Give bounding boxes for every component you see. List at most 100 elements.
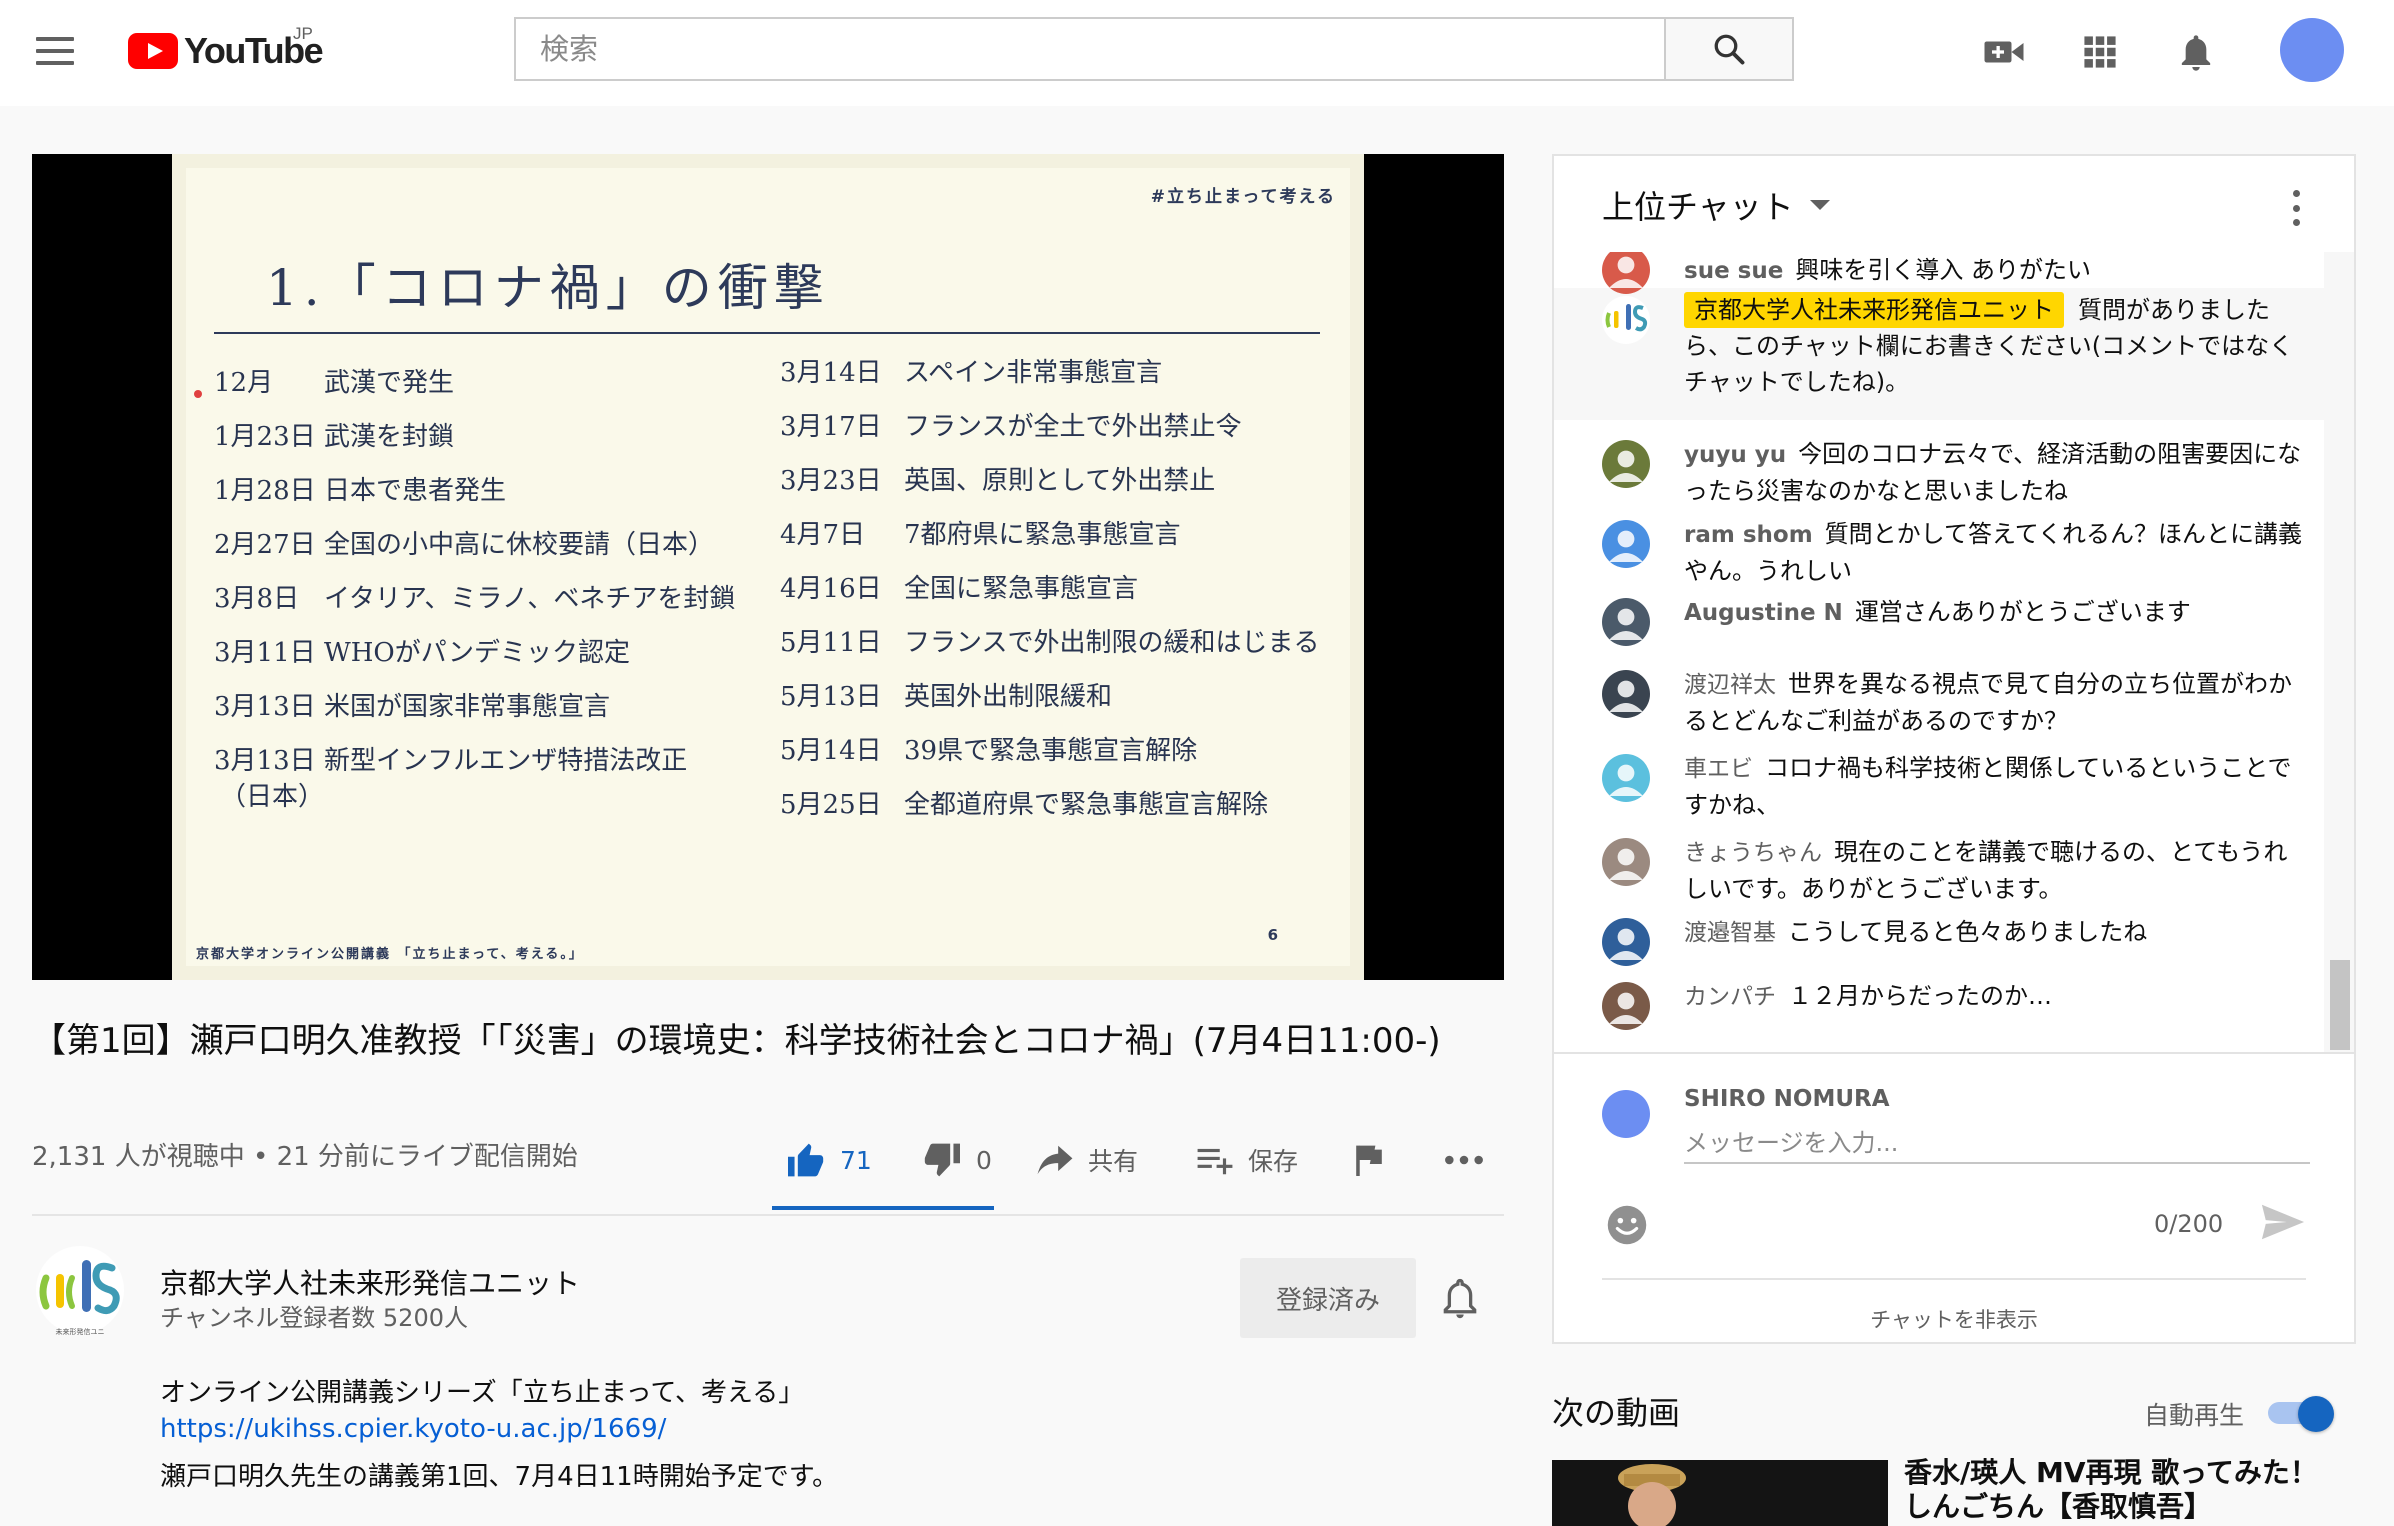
chat-author-name[interactable]: きょうちゃん	[1684, 840, 1822, 866]
event-text: 39県で緊急事態宣言解除	[904, 736, 1198, 766]
search-button[interactable]	[1664, 17, 1794, 81]
emoji-button[interactable]	[1606, 1204, 1648, 1246]
chat-author-name[interactable]: yuyu yu	[1684, 442, 1786, 468]
live-chat-panel: 上位チャット sue sue 興味を引く導入 ありがたい京都大学人社未来形発信ユニ…	[1552, 154, 2356, 1344]
event-note: （日本）	[220, 782, 325, 812]
chat-message-body: 車エビ コロナ禍も科学技術と関係しているということですかね、	[1684, 750, 2304, 823]
dislike-count: 0	[976, 1145, 992, 1175]
search-input[interactable]	[514, 17, 1664, 81]
hide-chat-button[interactable]: チャットを非表示	[1554, 1294, 2354, 1342]
up-next-heading: 次の動画	[1552, 1394, 1681, 1432]
chat-message-text: コロナ禍も科学技術と関係しているということですかね、	[1684, 754, 2292, 819]
report-button[interactable]	[1354, 1130, 1398, 1190]
chat-scrollbar[interactable]	[2324, 252, 2354, 1052]
like-count: 71	[840, 1145, 872, 1175]
account-avatar[interactable]	[2280, 18, 2344, 82]
next-video-thumbnail[interactable]	[1552, 1460, 1888, 1526]
chat-message-body: yuyu yu 今回のコロナ云々で、経済活動の阻害要因になったら災害なのかなと思い…	[1684, 436, 2304, 509]
like-button[interactable]: 71	[786, 1130, 872, 1190]
channel-logo[interactable]: 未来形発信ユニ	[32, 1244, 128, 1340]
more-horizontal-icon	[1445, 1155, 1483, 1165]
chat-scrollbar-thumb[interactable]	[2330, 960, 2350, 1050]
chat-message-text: 運営さんありがとうございます	[1854, 598, 2191, 626]
event-date: 3月23日	[780, 466, 882, 496]
laser-pointer-dot	[194, 390, 202, 398]
flag-icon	[1356, 1145, 1382, 1176]
chat-author-avatar[interactable]	[1602, 670, 1650, 718]
chat-author-name[interactable]: 渡辺祥太	[1684, 672, 1776, 698]
youtube-logo[interactable]: YouTube JP	[128, 24, 324, 74]
menu-icon[interactable]	[36, 37, 74, 65]
video-camera-plus-icon	[1984, 41, 2024, 63]
event-text: 全都道府県で緊急事態宣言解除	[904, 790, 1269, 820]
thumbs-up-icon	[788, 1143, 824, 1177]
event-date: 5月11日	[780, 628, 882, 658]
event-text: 日本で患者発生	[324, 476, 507, 506]
autoplay-toggle[interactable]	[2268, 1396, 2336, 1432]
chat-author-name[interactable]: 渡邉智基	[1684, 920, 1776, 946]
create-video-button[interactable]	[1978, 26, 2030, 78]
chat-message-body: 京都大学人社未来形発信ユニット 質問がありましたら、このチャット欄にお書きください…	[1684, 292, 2304, 400]
event-text: 全国の小中高に休校要請（日本）	[324, 530, 715, 560]
chat-message-input[interactable]	[1684, 1124, 2310, 1164]
event-text: スペイン非常事態宣言	[904, 358, 1163, 388]
description-link[interactable]: https://ukihss.cpier.kyoto-u.ac.jp/1669/	[160, 1414, 666, 1444]
slide-right-timeline: 3月14日 スペイン非常事態宣言 3月17日 フランスが全土で外出禁止令 3月23日 英国…	[780, 352, 1340, 832]
top-bar: YouTube JP	[0, 0, 2394, 106]
event-date: 5月25日	[780, 790, 882, 820]
save-button[interactable]: 保存	[1196, 1130, 1298, 1190]
autoplay-toggle-knob	[2298, 1396, 2334, 1432]
chat-message-text: 興味を引く導入 ありがたい	[1795, 256, 2091, 284]
chat-more-options-button[interactable]	[2290, 190, 2302, 226]
search-icon	[1714, 34, 1745, 65]
chat-author-avatar[interactable]	[1602, 598, 1650, 646]
dislike-button[interactable]: 0	[922, 1130, 992, 1190]
chat-message-body: Augustine N 運営さんありがとうございます	[1684, 594, 2304, 631]
chat-message-text: こうして見ると色々ありましたね	[1788, 918, 2148, 946]
event-text: 武漢で発生	[324, 368, 455, 398]
chat-author-avatar[interactable]	[1602, 440, 1650, 488]
event-date: 1月28日	[214, 476, 316, 506]
event-text: 英国外出制限緩和	[904, 682, 1113, 712]
chat-author-name[interactable]: sue sue	[1684, 258, 1783, 284]
event-date: 5月13日	[780, 682, 882, 712]
send-message-button[interactable]	[2260, 1202, 2306, 1248]
chat-author-name[interactable]: ram shom	[1684, 522, 1813, 548]
channel-logo-icon: 未来形発信ユニ	[36, 1246, 124, 1336]
next-video-title[interactable]: 香水/瑛人 MV再現 歌ってみた！しんごちん【香取慎吾】	[1904, 1456, 2344, 1524]
chat-author-avatar[interactable]	[1602, 296, 1650, 344]
channel-notification-button[interactable]	[1440, 1276, 1486, 1322]
apps-button[interactable]	[2074, 26, 2126, 78]
save-label: 保存	[1248, 1147, 1299, 1176]
chat-author-name[interactable]: カンパチ	[1684, 984, 1776, 1010]
chat-author-avatar[interactable]	[1602, 918, 1650, 966]
subscribed-button[interactable]: 登録済み	[1240, 1258, 1416, 1338]
event-text: 全国に緊急事態宣言	[904, 574, 1139, 604]
chat-author-avatar[interactable]	[1602, 520, 1650, 568]
owner-badge[interactable]: 京都大学人社未来形発信ユニット	[1684, 292, 2064, 328]
share-button[interactable]: 共有	[1036, 1130, 1138, 1190]
chat-message-list: sue sue 興味を引く導入 ありがたい京都大学人社未来形発信ユニット 質問があり…	[1554, 252, 2324, 1052]
chat-author-avatar[interactable]	[1602, 838, 1650, 886]
chat-header: 上位チャット	[1554, 156, 2354, 252]
more-actions-button[interactable]	[1444, 1130, 1498, 1190]
description-line-3: 瀬戸口明久先生の講義第1回、7月4日11時開始予定です。	[160, 1462, 839, 1492]
chat-author-avatar[interactable]	[1602, 982, 1650, 1030]
chat-author-name[interactable]: Augustine N	[1684, 600, 1843, 626]
chat-mode-dropdown[interactable]: 上位チャット	[1602, 182, 1830, 228]
share-arrow-icon	[1037, 1145, 1073, 1175]
slide-footer: 京都大学オンライン公開講義 「立ち止まって、考える。」	[196, 947, 584, 962]
channel-name[interactable]: 京都大学人社未来形発信ユニット	[160, 1262, 580, 1302]
view-count: 2,131 人が視聴中 • 21 分前にライブ配信開始	[32, 1142, 578, 1172]
chat-author-name[interactable]: 車エビ	[1684, 756, 1753, 782]
next-video-thumbnail-image	[1552, 1460, 1888, 1526]
video-player[interactable]: #立ち止まって考える 1.「コロナ禍」の衝撃 12月 武漢で発生 1月23日 武漢を封…	[32, 154, 1504, 980]
chat-author-avatar[interactable]	[1602, 754, 1650, 802]
event-date: 2月27日	[214, 530, 316, 560]
chat-input-area: SHIRO NOMURA 0/200 チャットを非表示	[1554, 1052, 2354, 1342]
notifications-button[interactable]	[2170, 26, 2222, 78]
event-text: フランスで外出制限の緩和はじまる	[904, 628, 1320, 658]
slide-hashtag: #立ち止まって考える	[1150, 187, 1336, 207]
my-name: SHIRO NOMURA	[1684, 1086, 1890, 1112]
subscriber-count: チャンネル登録者数 5200人	[160, 1304, 468, 1332]
